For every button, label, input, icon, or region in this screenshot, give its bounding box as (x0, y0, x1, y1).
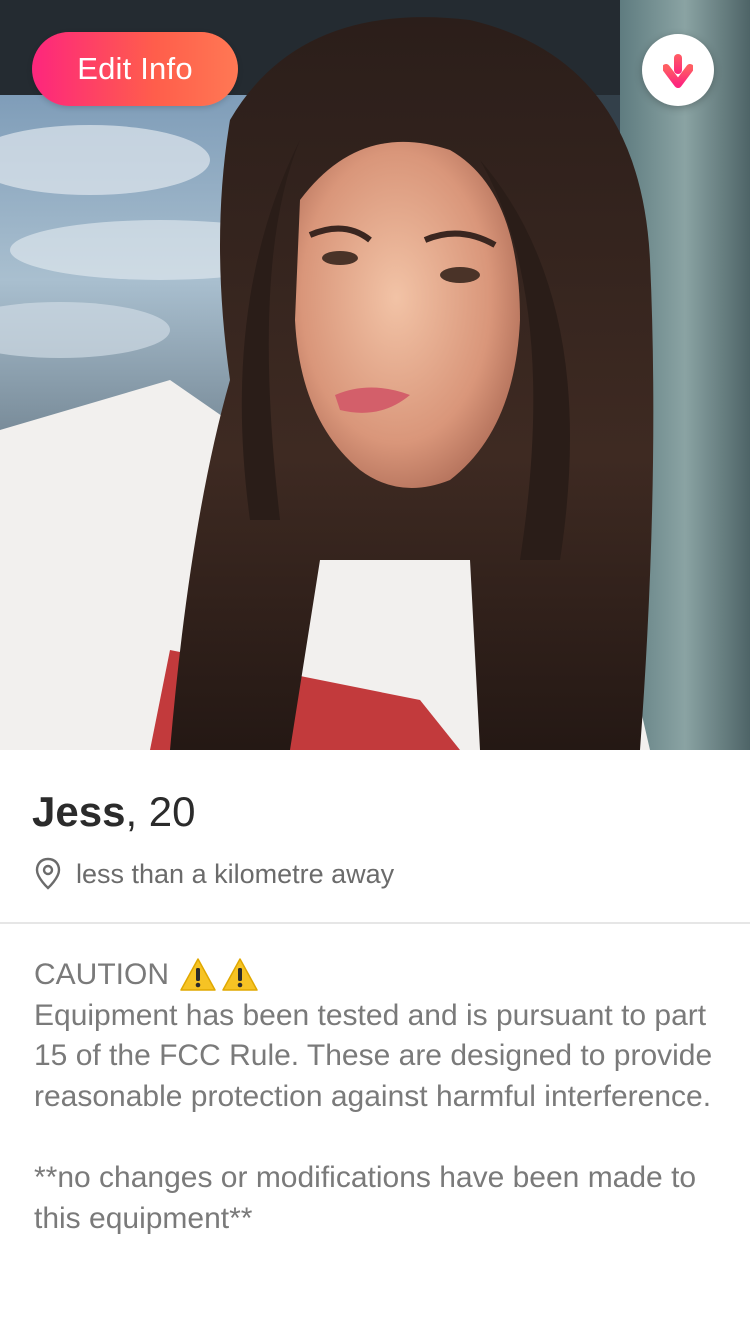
caution-line: CAUTION (34, 955, 724, 996)
profile-name-age: Jess, 20 (32, 784, 196, 840)
collapse-profile-button[interactable] (642, 34, 714, 106)
bio-paragraph-2: **no changes or modifications have been … (34, 1160, 697, 1235)
profile-screen: Edit Info Jess, 20 less than a kilometre… (0, 0, 750, 1334)
distance-text: less than a kilometre away (76, 858, 395, 889)
profile-photo-image (0, 0, 750, 750)
edit-info-button[interactable]: Edit Info (32, 32, 238, 106)
warning-icon (180, 958, 216, 992)
profile-bio: CAUTION Equipment has been tested and is… (34, 955, 724, 1239)
arrow-down-icon (663, 54, 693, 88)
location-pin-icon (35, 857, 61, 890)
section-divider (0, 922, 750, 924)
profile-photo[interactable]: Edit Info (0, 0, 750, 750)
caution-label: CAUTION (34, 958, 169, 991)
distance-row: less than a kilometre away (34, 854, 394, 894)
warning-icon (222, 958, 258, 992)
profile-age: , 20 (125, 788, 196, 835)
bio-paragraph-1: Equipment has been tested and is pursuan… (34, 998, 713, 1113)
profile-name: Jess (32, 788, 126, 835)
bio-spacer (34, 1117, 724, 1158)
